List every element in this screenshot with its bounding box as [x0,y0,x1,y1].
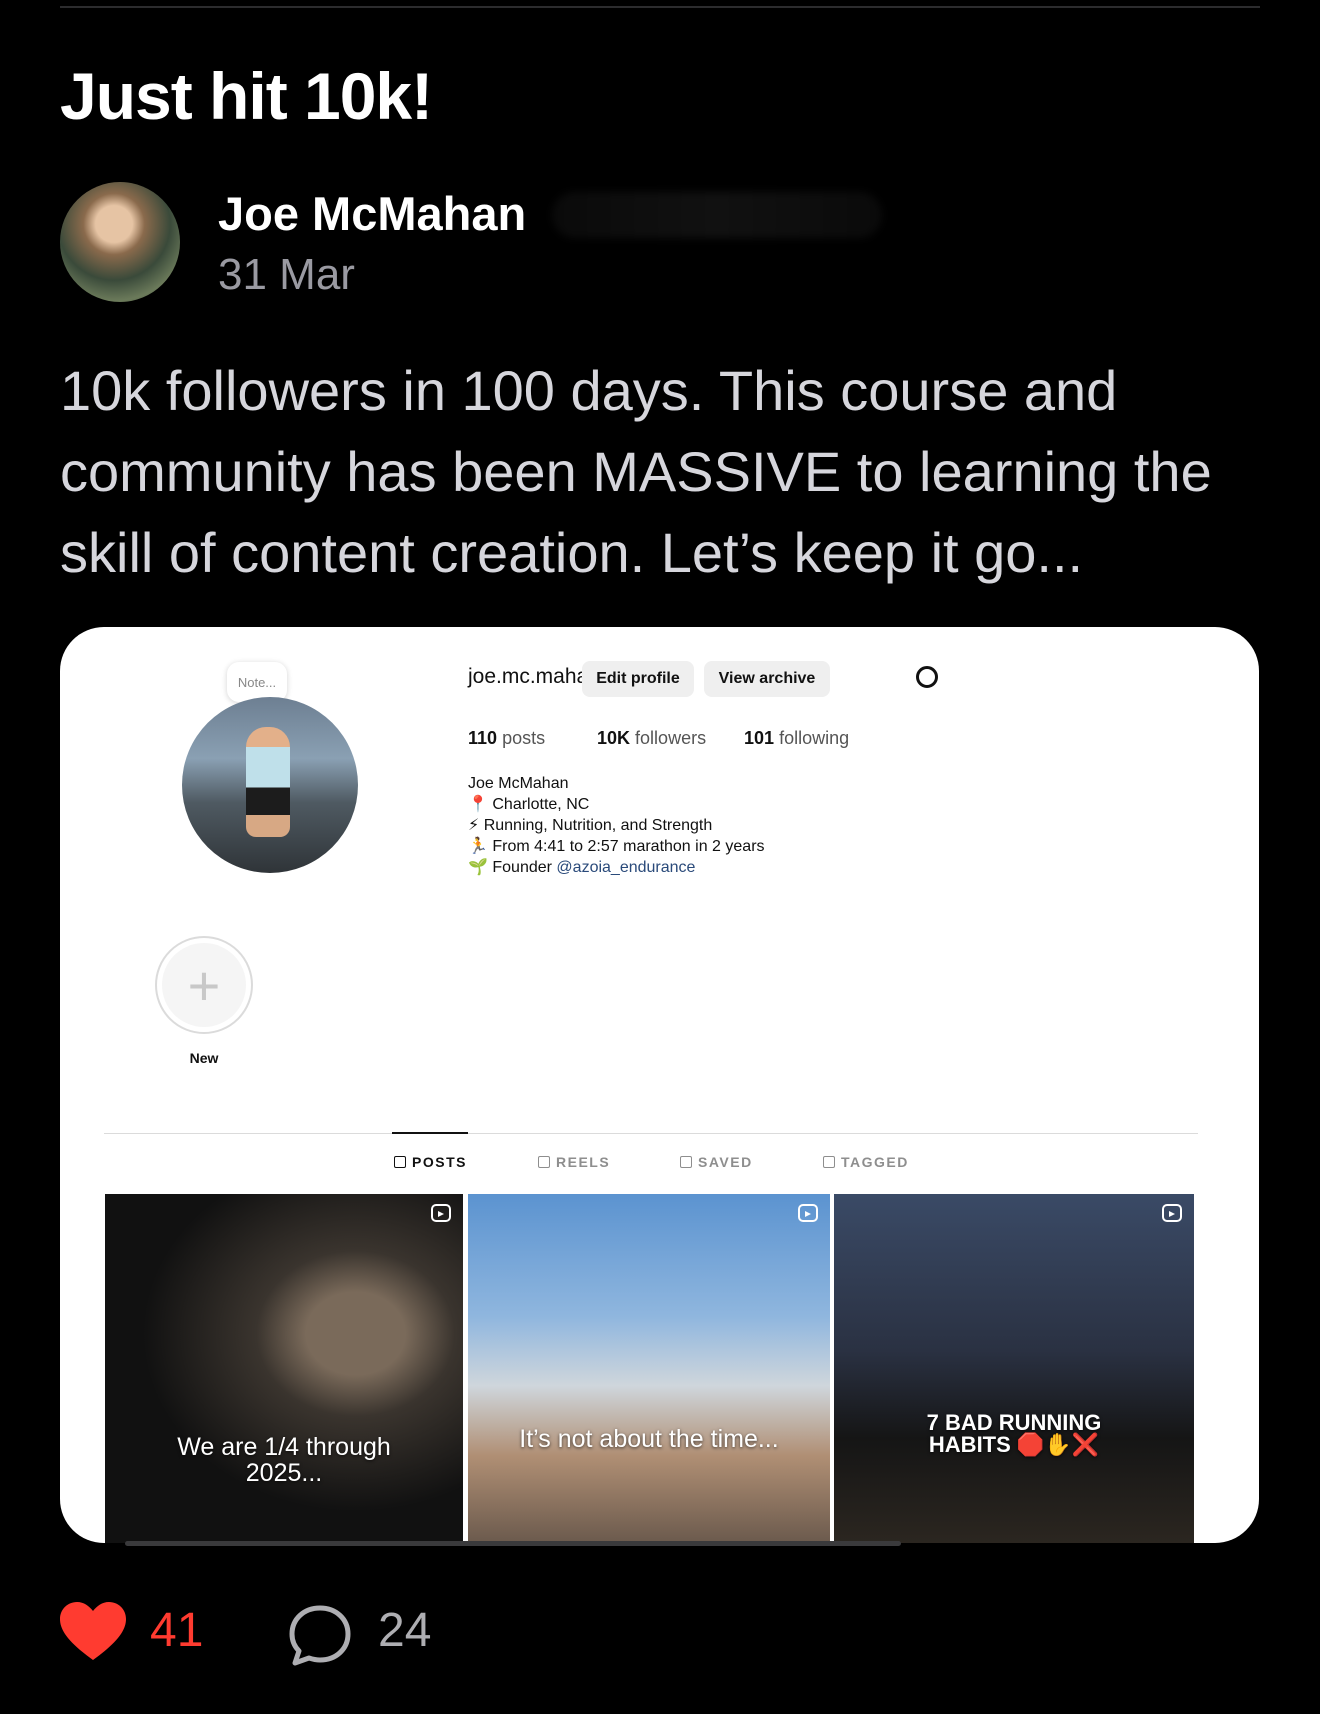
reel-icon [798,1204,818,1222]
profile-bio: Joe McMahan 📍 Charlotte, NC ⚡ Running, N… [468,773,765,878]
author-name[interactable]: Joe McMahan [218,186,526,241]
tile-caption: We are 1/4 through 2025... [177,1433,391,1487]
reel-icon [1162,1204,1182,1222]
bio-line: 📍 Charlotte, NC [468,796,590,813]
blurred-badge [552,192,882,238]
settings-icon [916,666,938,688]
note-bubble: Note... [227,662,287,710]
active-tab-indicator [392,1132,468,1134]
top-divider [60,6,1260,8]
bio-name: Joe McMahan [468,775,569,792]
post-body[interactable]: 10k followers in 100 days. This course a… [60,350,1270,593]
tab-saved: SAVED [680,1154,753,1170]
post-title: Just hit 10k! [60,59,433,133]
edit-profile-button: Edit profile [582,661,694,697]
tabs-divider [104,1133,1198,1134]
reels-icon [538,1156,550,1168]
bookmark-icon [680,1156,692,1168]
posts-count: 110 posts [468,728,546,748]
post-tile: It’s not about the time... [468,1194,830,1543]
following-count: 101 following [744,728,850,748]
profile-picture [182,697,358,873]
reel-icon [431,1204,451,1222]
tab-posts: POSTS [394,1154,467,1170]
followers-count: 10K followers [597,728,707,748]
new-highlight-label: New [189,1050,219,1066]
new-highlight: + [155,936,253,1034]
horizontal-scrollbar[interactable] [125,1541,901,1546]
profile-username: joe.mc.mahan [468,665,600,688]
grid-icon [394,1156,406,1168]
heart-icon[interactable] [58,1600,128,1669]
bio-line: ⚡ Running, Nutrition, and Strength [468,817,713,834]
tab-tagged: TAGGED [823,1154,909,1170]
post-date: 31 Mar [218,250,355,299]
post-tile: We are 1/4 through 2025... [105,1194,463,1543]
tab-reels: REELS [538,1154,610,1170]
comment-count[interactable]: 24 [378,1603,431,1658]
tile-caption: 7 BAD RUNNING HABITS 🛑✋❌ [926,1410,1102,1457]
attached-screenshot[interactable]: Note... joe.mc.mahan Edit profile View a… [60,627,1259,1543]
tile-caption: It’s not about the time... [519,1425,779,1453]
tag-icon [823,1156,835,1168]
view-archive-button: View archive [704,661,830,697]
author-avatar[interactable] [60,182,180,302]
bio-line: 🏃 From 4:41 to 2:57 marathon in 2 years [468,838,765,855]
bio-line: 🌱 Founder @azoia_endurance [468,859,696,876]
like-count[interactable]: 41 [150,1603,203,1658]
comment-icon[interactable] [287,1603,353,1674]
post-tile: 7 BAD RUNNING HABITS 🛑✋❌ [834,1194,1194,1543]
plus-icon: + [162,943,246,1027]
